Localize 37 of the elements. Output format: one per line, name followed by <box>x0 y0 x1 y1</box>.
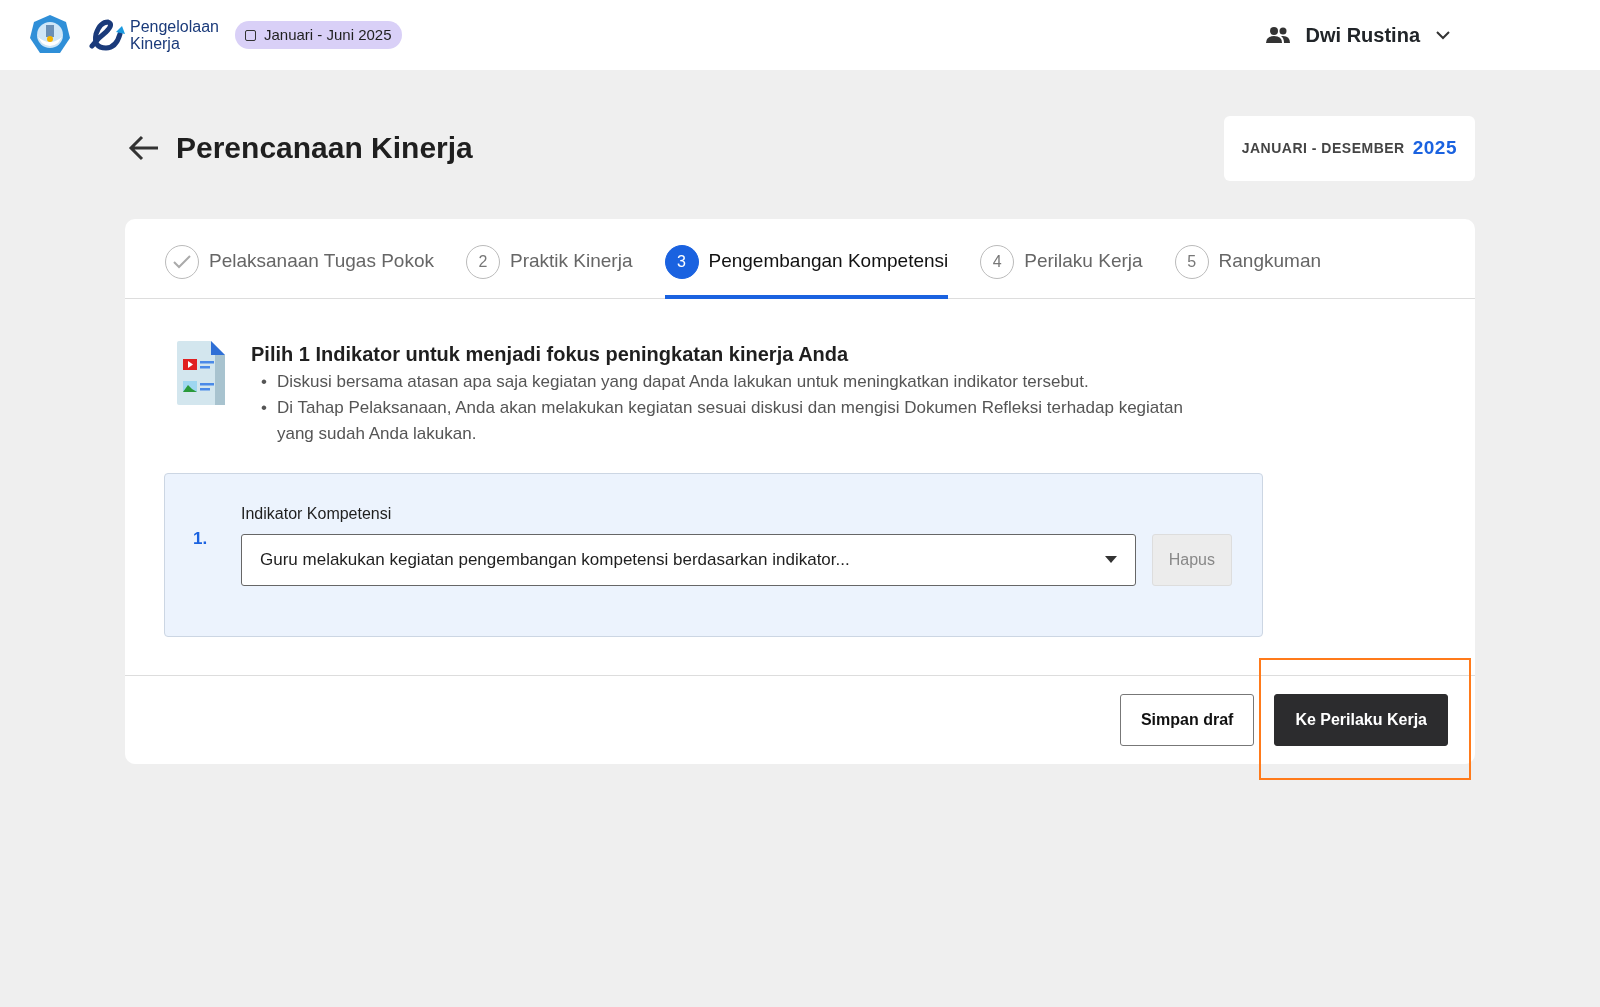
period-year: 2025 <box>1412 136 1457 160</box>
users-icon <box>1265 26 1290 44</box>
document-icon <box>175 338 227 407</box>
bullet-text: Di Tahap Pelaksanaan, Anda akan melakukan kegiatan sesuai diskusi dan mengisi Dokumen Refleksi terhadap kegiatan yang sudah Anda lakukan. <box>276 396 1184 445</box>
step-label: Rangkuman <box>1218 249 1322 274</box>
indicator-select[interactable]: Guru melakukan kegiatan pengembangan kompetensi berdasarkan indikator... <box>241 533 1136 586</box>
bullet-marker: • <box>261 396 267 419</box>
bullet-text: Diskusi bersama atasan apa saja kegiatan yang dapat Anda lakukan untuk meningkatkan indikator tersebut. <box>276 370 1089 393</box>
step-tab[interactable]: 5 Rangkuman <box>1174 218 1322 299</box>
user-menu[interactable]: Dwi Rustina <box>1253 14 1462 56</box>
brand-name: Pengelolaan <box>130 18 219 35</box>
intro-heading: Pilih 1 Indikator untuk menjadi fokus peningkatan kinerja Anda <box>251 341 850 367</box>
step-tab[interactable]: Pelaksanaan Tugas Pokok <box>165 218 434 299</box>
page-title: Perencanaan Kinerja <box>176 130 473 167</box>
step-label: Pelaksanaan Tugas Pokok <box>209 249 434 274</box>
back-button[interactable] <box>128 134 160 163</box>
save-draft-button[interactable]: Simpan draf <box>1119 693 1255 746</box>
step-label: Perilaku Kerja <box>1024 249 1143 274</box>
step-label: Pengembangan Kompetensi <box>708 249 949 274</box>
period-text: Januari - Juni 2025 <box>263 24 392 45</box>
step-number: 3 <box>664 244 699 279</box>
step-tab[interactable]: 3 Pengembangan Kompetensi <box>664 218 949 299</box>
indicator-number: 1. <box>193 528 208 548</box>
period-label: JANUARI - DESEMBER <box>1241 138 1405 158</box>
next-step-button[interactable]: Ke Perilaku Kerja <box>1274 693 1448 746</box>
step-tab[interactable]: 2 Praktik Kinerja <box>466 218 633 299</box>
dropdown-caret-icon <box>1104 556 1117 563</box>
step-label: Praktik Kinerja <box>510 249 633 274</box>
field-label: Indikator Kompetensi <box>241 503 393 524</box>
bullet-marker: • <box>261 370 267 393</box>
step-tab[interactable]: 4 Perilaku Kerja <box>980 218 1143 299</box>
brand-logo-icon <box>88 18 126 52</box>
brand-name: Kinerja <box>130 35 181 52</box>
square-icon <box>244 29 256 41</box>
select-value: Guru melakukan kegiatan pengembangan kompetensi berdasarkan indikator... <box>260 548 851 571</box>
back-arrow-icon <box>128 134 160 163</box>
chevron-down-icon <box>1436 30 1450 40</box>
